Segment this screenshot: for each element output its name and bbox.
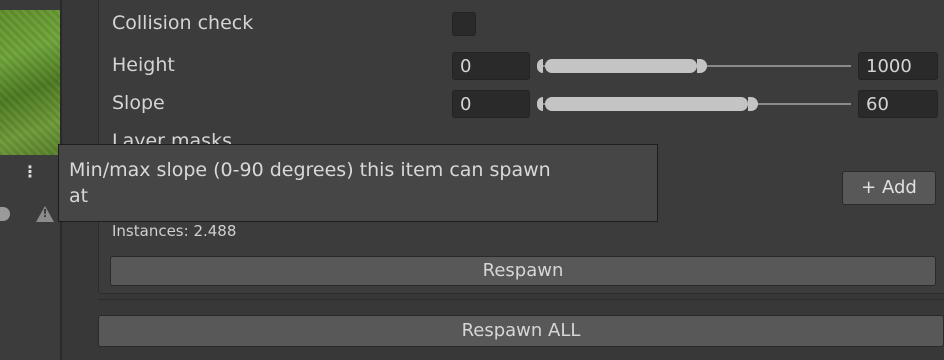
kebab-menu-icon[interactable]: ⋮	[22, 162, 38, 181]
respawn-button[interactable]: Respawn	[110, 256, 936, 286]
height-min-field[interactable]: 0	[452, 52, 530, 80]
height-slider-range[interactable]	[545, 59, 697, 73]
height-slider-min-knob[interactable]	[537, 59, 543, 73]
slope-max-field[interactable]: 60	[858, 90, 938, 118]
slope-slider-min-knob[interactable]	[537, 97, 543, 111]
collision-check-label: Collision check	[112, 12, 254, 34]
section-separator	[98, 299, 944, 300]
add-button[interactable]: + Add	[842, 171, 936, 205]
slope-min-field[interactable]: 0	[452, 90, 530, 118]
warning-mark: !	[42, 207, 48, 220]
slope-slider-range[interactable]	[545, 97, 748, 111]
height-label: Height	[112, 54, 175, 76]
slope-tooltip: Min/max slope (0-90 degrees) this item c…	[58, 144, 658, 222]
terrain-thumbnail	[0, 10, 60, 155]
collision-check-checkbox[interactable]	[452, 12, 476, 36]
height-max-field[interactable]: 1000	[858, 52, 938, 80]
left-toolbar	[0, 155, 60, 360]
respawn-all-button[interactable]: Respawn ALL	[98, 315, 944, 347]
tooltip-text-line-1: Min/max slope (0-90 degrees) this item c…	[69, 159, 551, 181]
tooltip-text-line-2: at	[69, 185, 89, 207]
instances-count: Instances: 2.488	[112, 222, 237, 240]
slope-label: Slope	[112, 92, 165, 114]
